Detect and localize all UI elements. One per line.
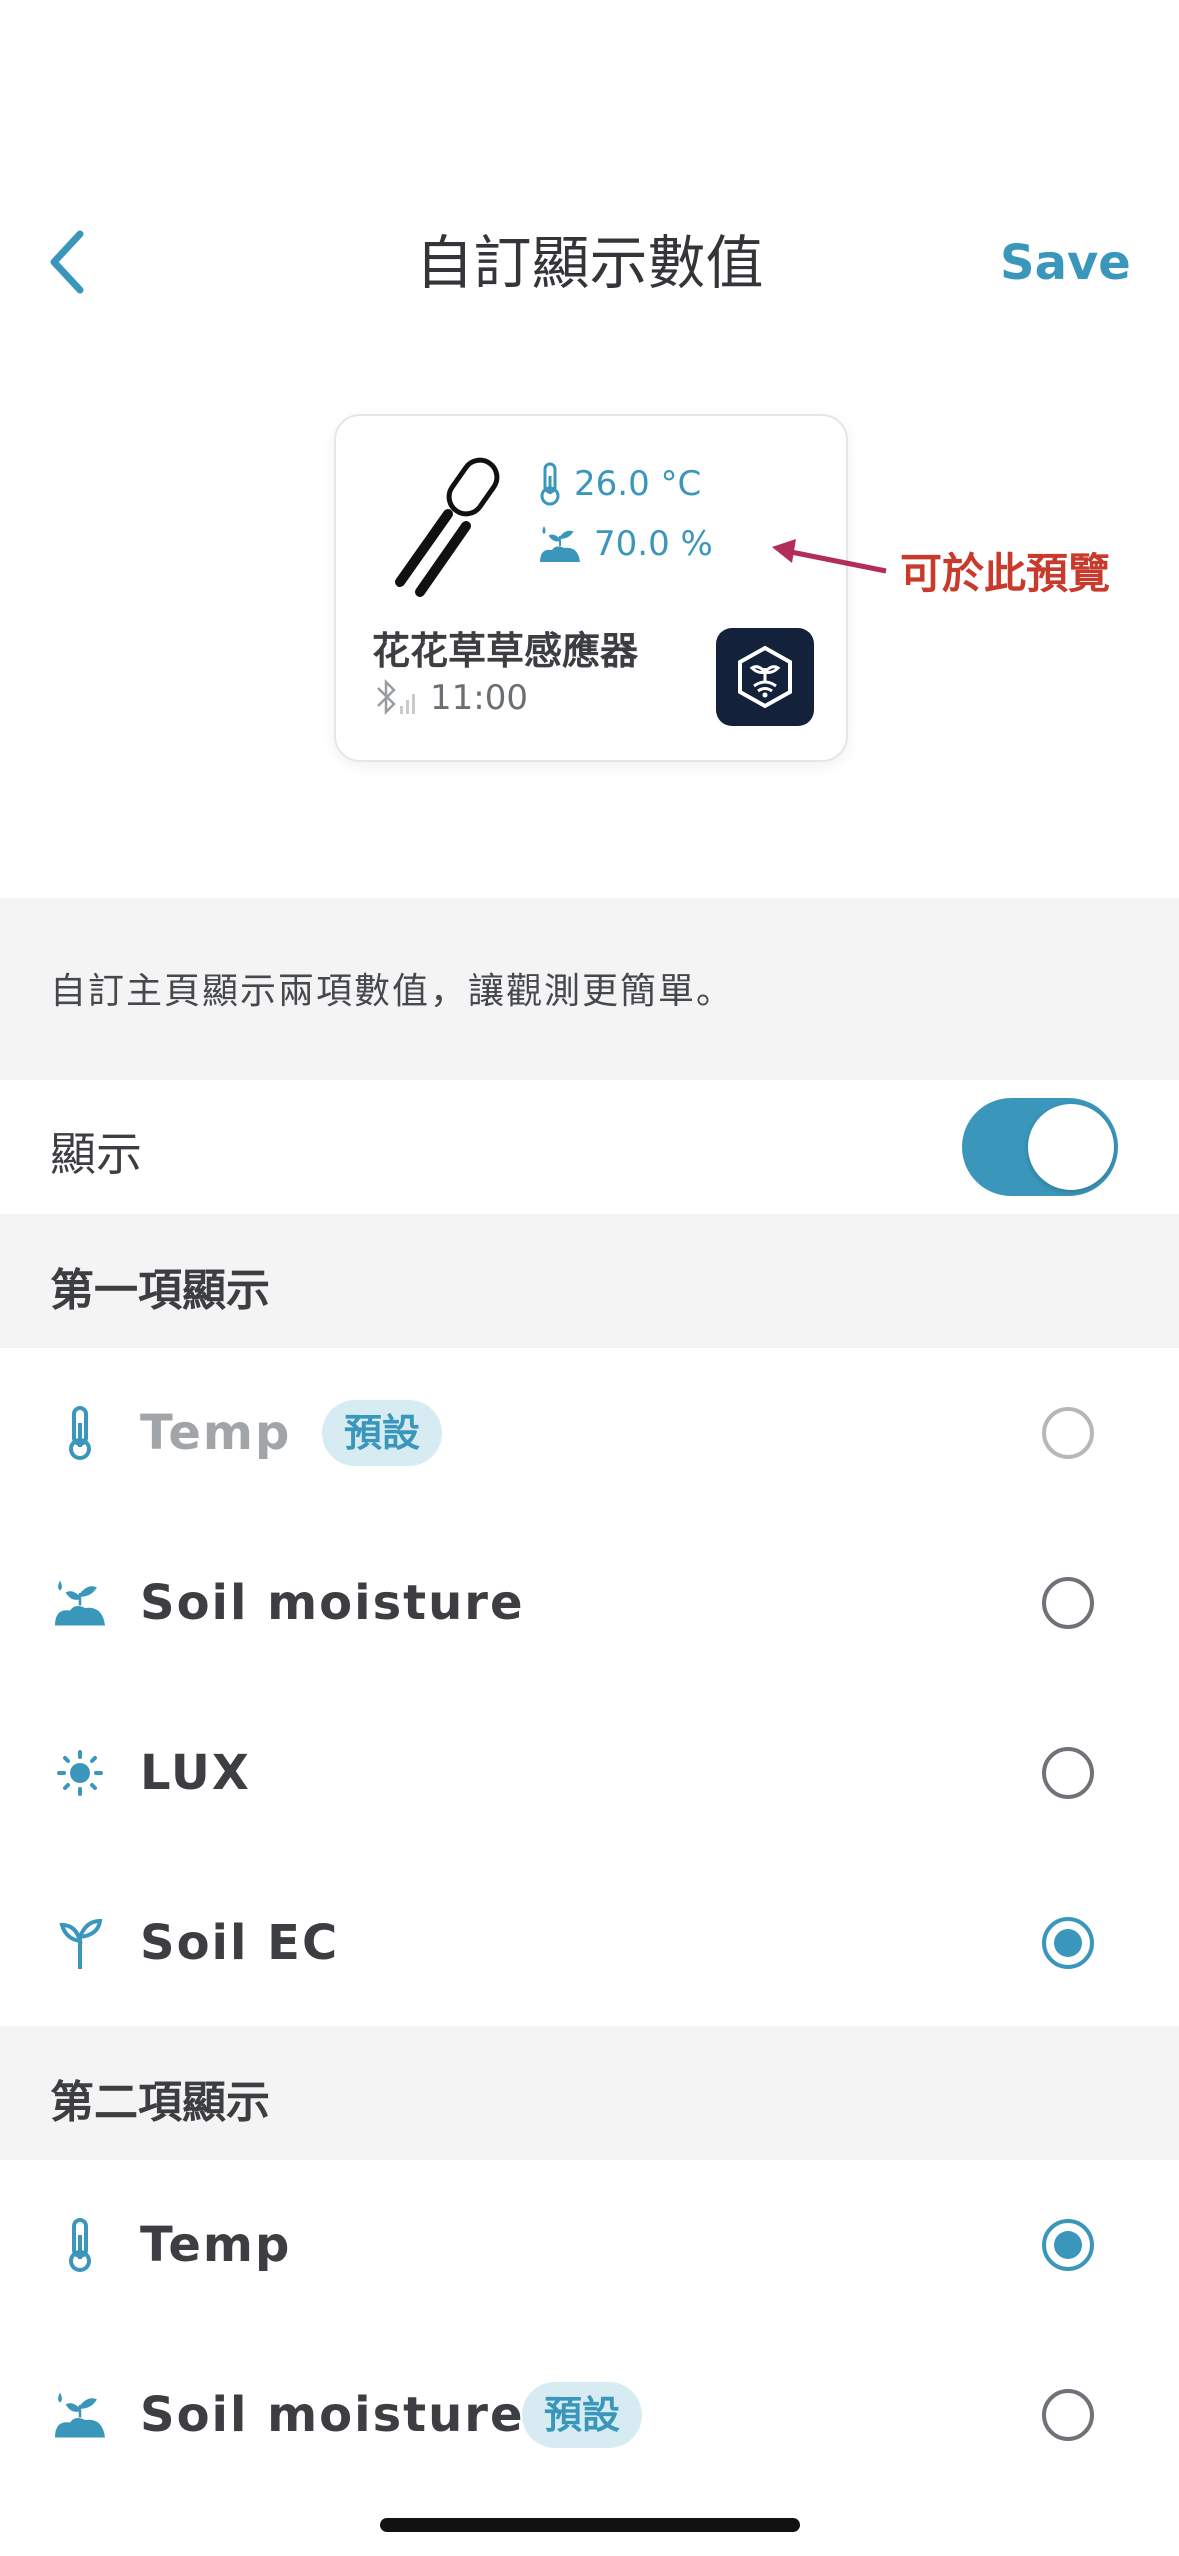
radio-button[interactable] — [1042, 2389, 1094, 2441]
preview-value-2-text: 70.0 % — [594, 524, 713, 564]
option-row-soil-ec[interactable]: Soil EC — [0, 1858, 1179, 2028]
preview-card: 26.0 °C 70.0 % 花花草草感應器 11:00 — [334, 414, 848, 762]
default-badge: 預設 — [322, 1400, 443, 1466]
toggle-knob — [1028, 1104, 1114, 1190]
option-row-soil-moisture[interactable]: Soil moisture 預設 — [0, 2330, 1179, 2500]
section-header-second: 第二項顯示 — [0, 2026, 1179, 2160]
preview-value-1: 26.0 °C — [538, 462, 701, 506]
bluetooth-signal-icon — [377, 678, 415, 716]
annotation-arrow — [772, 539, 887, 574]
device-name: 花花草草感應器 — [372, 629, 639, 673]
option-label: LUX — [140, 1745, 251, 1801]
default-badge: 預設 — [522, 2382, 643, 2448]
option-label: Temp — [140, 1405, 292, 1461]
option-row-soil-moisture[interactable]: Soil moisture — [0, 1518, 1179, 1688]
preview-value-2: 70.0 % — [538, 524, 713, 564]
radio-button-selected[interactable] — [1042, 1917, 1094, 1969]
section-title: 第一項顯示 — [50, 1265, 270, 1316]
thermometer-icon — [50, 2215, 110, 2275]
soil-moisture-icon — [50, 1573, 110, 1633]
sprout-icon — [50, 1913, 110, 1973]
option-row-temp[interactable]: Temp — [0, 2160, 1179, 2330]
option-row-lux[interactable]: LUX — [0, 1688, 1179, 1858]
display-toggle-row: 顯示 — [0, 1080, 1179, 1214]
soil-moisture-icon — [50, 2385, 110, 2445]
description-text: 自訂主頁顯示兩項數值，讓觀測更簡單。 — [50, 971, 735, 1012]
description-band: 自訂主頁顯示兩項數值，讓觀測更簡單。 — [0, 898, 1179, 1080]
preview-value-1-text: 26.0 °C — [574, 464, 702, 504]
device-status: 11:00 — [372, 678, 528, 718]
option-row-temp[interactable]: Temp 預設 — [0, 1348, 1179, 1518]
thermometer-icon — [50, 1403, 110, 1463]
section-header-first: 第一項顯示 — [0, 1214, 1179, 1348]
section-title: 第二項顯示 — [50, 2077, 270, 2128]
radio-button[interactable] — [1042, 1577, 1094, 1629]
home-indicator[interactable] — [380, 2518, 800, 2532]
annotation-text: 可於此預覽 — [900, 549, 1111, 598]
option-label: Soil moisture — [140, 1575, 525, 1631]
option-label: Soil moisture — [140, 2387, 525, 2443]
save-button[interactable]: Save — [1000, 228, 1131, 298]
radio-button[interactable] — [1042, 1747, 1094, 1799]
radio-button-selected[interactable] — [1042, 2219, 1094, 2271]
radio-button[interactable] — [1042, 1407, 1094, 1459]
sun-icon — [50, 1743, 110, 1803]
option-label: Temp — [140, 2217, 292, 2273]
hive-logo-icon — [716, 628, 814, 726]
soil-moisture-icon — [540, 526, 580, 562]
display-toggle[interactable] — [962, 1098, 1118, 1196]
status-time: 11:00 — [430, 678, 528, 718]
sensor-probe-icon — [395, 457, 500, 597]
option-label: Soil EC — [140, 1915, 340, 1971]
display-toggle-label: 顯示 — [50, 1127, 142, 1181]
thermometer-icon — [540, 462, 560, 506]
